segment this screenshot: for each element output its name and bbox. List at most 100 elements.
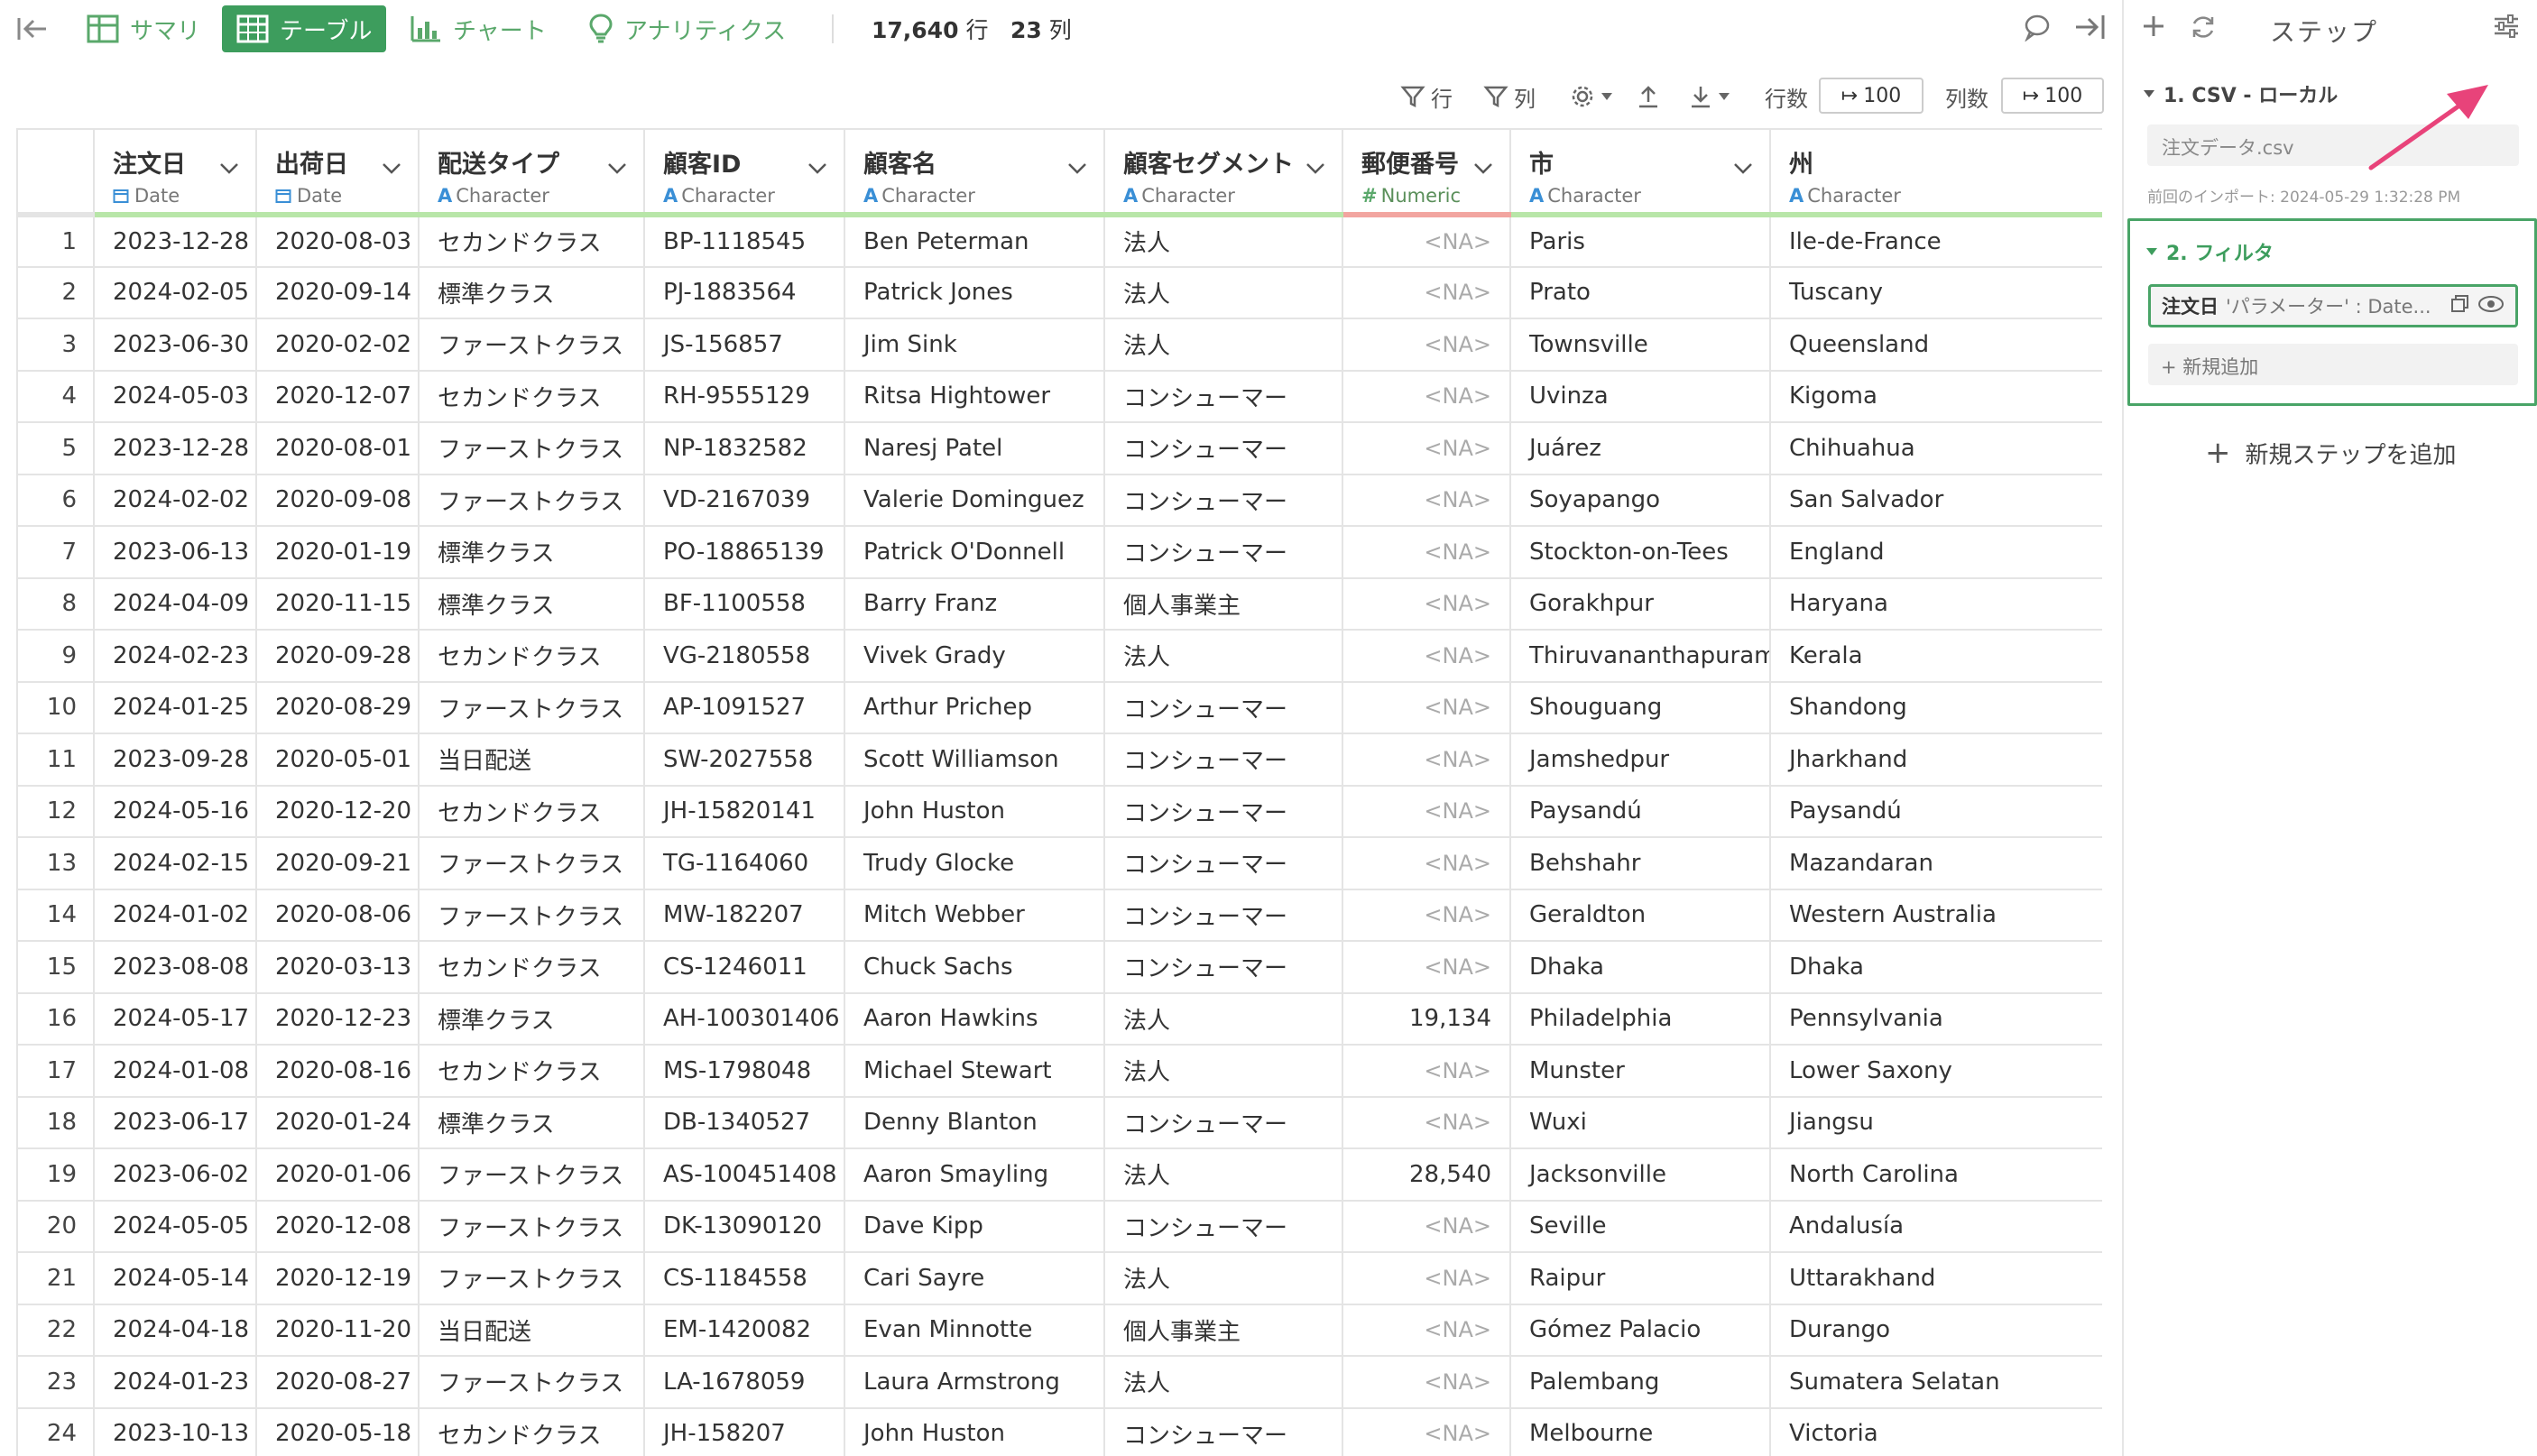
table-cell[interactable]: Paysandú <box>1510 785 1771 838</box>
table-cell[interactable]: 2023-10-13 <box>94 1407 257 1456</box>
table-row[interactable]: 17 2024-01-08 2020-08-16 セカンドクラス MS-1798048 M… <box>18 1045 2102 1098</box>
table-cell[interactable]: Scott Williamson <box>844 733 1105 787</box>
table-cell[interactable]: <NA> <box>1342 1356 1511 1409</box>
table-row[interactable]: 24 2023-10-13 2020-05-18 セカンドクラス JH-158207 Jo… <box>18 1407 2102 1456</box>
table-cell[interactable]: コンシューマー <box>1104 370 1343 423</box>
table-cell[interactable]: 当日配送 <box>419 1304 645 1357</box>
table-cell[interactable]: 個人事業主 <box>1104 1304 1343 1357</box>
table-cell[interactable]: コンシューマー <box>1104 422 1343 475</box>
table-cell[interactable]: Munster <box>1510 1045 1771 1098</box>
table-cell[interactable]: 2023-06-13 <box>94 526 257 579</box>
table-cell[interactable]: Townsville <box>1510 318 1771 372</box>
table-cell[interactable]: Patrick O'Donnell <box>844 526 1105 579</box>
table-cell[interactable]: 2024-02-05 <box>94 266 257 319</box>
table-cell[interactable]: 2024-05-17 <box>94 992 257 1046</box>
tab-analytics[interactable]: アナリティクス <box>574 5 800 52</box>
table-cell[interactable]: Paysandú <box>1770 785 2102 838</box>
table-cell[interactable]: 19,134 <box>1342 992 1511 1046</box>
table-cell[interactable]: Denny Blanton <box>844 1096 1105 1149</box>
upload-button[interactable] <box>1637 78 1665 115</box>
column-menu-button[interactable] <box>219 153 239 181</box>
table-cell[interactable]: 法人 <box>1104 1252 1343 1305</box>
toggle-visibility-button[interactable] <box>2477 294 2505 318</box>
table-cell[interactable]: <NA> <box>1342 370 1511 423</box>
column-header[interactable]: 郵便番号 # Numeric <box>1342 130 1511 217</box>
table-cell[interactable]: <NA> <box>1342 1096 1511 1149</box>
column-menu-button[interactable] <box>1473 153 1493 181</box>
table-cell[interactable]: Ben Peterman <box>844 215 1105 268</box>
table-cell[interactable]: Philadelphia <box>1510 992 1771 1046</box>
column-header[interactable]: 注文日 Date <box>94 130 257 217</box>
column-menu-button[interactable] <box>1305 153 1325 181</box>
table-cell[interactable]: コンシューマー <box>1104 733 1343 787</box>
column-header[interactable]: 顧客セグメント A Character <box>1104 130 1343 217</box>
table-cell[interactable]: VD-2167039 <box>644 474 845 527</box>
table-cell[interactable]: Raipur <box>1510 1252 1771 1305</box>
table-cell[interactable]: ファーストクラス <box>419 318 645 372</box>
expand-panel-button[interactable] <box>2073 13 2106 45</box>
table-row[interactable]: 6 2024-02-02 2020-09-08 ファーストクラス VD-2167039 V… <box>18 474 2102 527</box>
table-cell[interactable]: 2024-02-02 <box>94 474 257 527</box>
table-cell[interactable]: 2024-02-15 <box>94 837 257 890</box>
rows-limit-input[interactable]: ↦ 100 <box>1819 78 1924 114</box>
table-cell[interactable]: DB-1340527 <box>644 1096 845 1149</box>
table-cell[interactable]: 2024-05-05 <box>94 1200 257 1253</box>
table-cell[interactable]: 2023-06-02 <box>94 1148 257 1202</box>
table-cell[interactable]: John Huston <box>844 785 1105 838</box>
table-cell[interactable]: BP-1118545 <box>644 215 845 268</box>
table-cell[interactable]: BF-1100558 <box>644 577 845 631</box>
table-cell[interactable]: England <box>1770 526 2102 579</box>
table-cell[interactable]: Patrick Jones <box>844 266 1105 319</box>
table-cell[interactable]: <NA> <box>1342 266 1511 319</box>
table-cell[interactable]: PJ-1883564 <box>644 266 845 319</box>
table-cell[interactable]: 個人事業主 <box>1104 577 1343 631</box>
table-cell[interactable]: AH-100301406 <box>644 992 845 1046</box>
table-cell[interactable]: Chihuahua <box>1770 422 2102 475</box>
table-cell[interactable]: CS-1246011 <box>644 941 845 994</box>
table-cell[interactable]: Queensland <box>1770 318 2102 372</box>
table-cell[interactable]: Arthur Prichep <box>844 681 1105 734</box>
table-cell[interactable]: Aaron Smayling <box>844 1148 1105 1202</box>
table-cell[interactable]: <NA> <box>1342 889 1511 942</box>
column-header[interactable]: 州 A Character <box>1770 130 2102 217</box>
table-cell[interactable]: セカンドクラス <box>419 1045 645 1098</box>
table-cell[interactable]: TG-1164060 <box>644 837 845 890</box>
table-cell[interactable]: Paris <box>1510 215 1771 268</box>
table-cell[interactable]: 2020-08-06 <box>256 889 420 942</box>
table-row[interactable]: 23 2024-01-23 2020-08-27 ファーストクラス LA-1678059… <box>18 1356 2102 1409</box>
table-cell[interactable]: 2020-08-16 <box>256 1045 420 1098</box>
table-cell[interactable]: 2020-11-15 <box>256 577 420 631</box>
table-cell[interactable]: Palembang <box>1510 1356 1771 1409</box>
table-cell[interactable]: MW-182207 <box>644 889 845 942</box>
table-cell[interactable]: Dhaka <box>1510 941 1771 994</box>
table-cell[interactable]: Prato <box>1510 266 1771 319</box>
table-cell[interactable]: 2024-01-02 <box>94 889 257 942</box>
table-cell[interactable]: セカンドクラス <box>419 1407 645 1456</box>
table-cell[interactable]: 2024-02-23 <box>94 630 257 683</box>
table-cell[interactable]: 2020-05-18 <box>256 1407 420 1456</box>
table-row[interactable]: 20 2024-05-05 2020-12-08 ファーストクラス DK-1309012… <box>18 1200 2102 1253</box>
table-cell[interactable]: 2024-01-08 <box>94 1045 257 1098</box>
table-cell[interactable]: 標準クラス <box>419 526 645 579</box>
table-row[interactable]: 15 2023-08-08 2020-03-13 セカンドクラス CS-1246011 C… <box>18 941 2102 994</box>
table-cell[interactable]: 2023-12-28 <box>94 422 257 475</box>
table-cell[interactable]: 2020-08-03 <box>256 215 420 268</box>
table-cell[interactable]: 法人 <box>1104 630 1343 683</box>
table-cell[interactable]: コンシューマー <box>1104 474 1343 527</box>
step-settings-button[interactable] <box>2492 13 2521 43</box>
table-cell[interactable]: セカンドクラス <box>419 215 645 268</box>
table-cell[interactable]: 当日配送 <box>419 733 645 787</box>
table-cell[interactable]: North Carolina <box>1770 1148 2102 1202</box>
column-header[interactable]: 配送タイプ A Character <box>419 130 645 217</box>
table-cell[interactable]: Kerala <box>1770 630 2102 683</box>
table-cell[interactable]: <NA> <box>1342 474 1511 527</box>
table-cell[interactable]: 標準クラス <box>419 577 645 631</box>
table-cell[interactable]: Andalusía <box>1770 1200 2102 1253</box>
table-cell[interactable]: 28,540 <box>1342 1148 1511 1202</box>
table-cell[interactable]: PO-18865139 <box>644 526 845 579</box>
table-row[interactable]: 5 2023-12-28 2020-08-01 ファーストクラス NP-1832582 N… <box>18 422 2102 475</box>
table-cell[interactable]: Vivek Grady <box>844 630 1105 683</box>
table-cell[interactable]: 2024-05-16 <box>94 785 257 838</box>
table-cell[interactable]: Ile-de-France <box>1770 215 2102 268</box>
table-cell[interactable]: 2024-05-14 <box>94 1252 257 1305</box>
